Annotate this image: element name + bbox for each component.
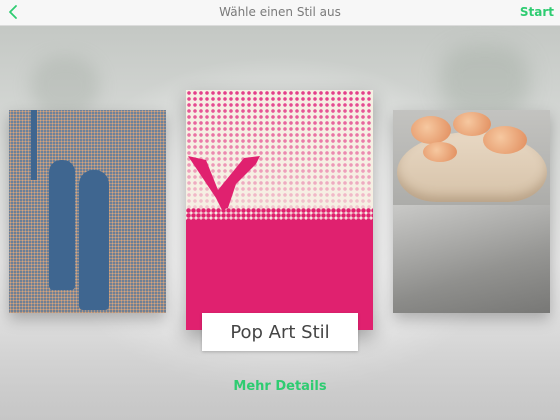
photo-fruit [411,116,451,144]
background-blur [30,56,100,116]
photo-fruit [423,142,457,162]
style-card-natural[interactable] [393,110,550,313]
photo-fruit [483,126,527,154]
start-button[interactable]: Start [520,5,554,19]
style-card-monotone[interactable] [9,110,166,313]
page-title: Wähle einen Stil aus [219,5,341,19]
photo-glass-dish [393,205,550,313]
photo-figure [79,170,109,310]
photo-figure [49,160,75,290]
style-label: Pop Art Stil [202,313,358,351]
style-card-pop-art[interactable] [186,90,373,330]
photo-detail [31,110,37,180]
more-details-link[interactable]: Mehr Details [0,379,560,394]
background-blur [440,46,530,116]
top-navigation-bar: Wähle einen Stil aus Start [0,0,560,26]
style-label-text: Pop Art Stil [230,321,330,343]
